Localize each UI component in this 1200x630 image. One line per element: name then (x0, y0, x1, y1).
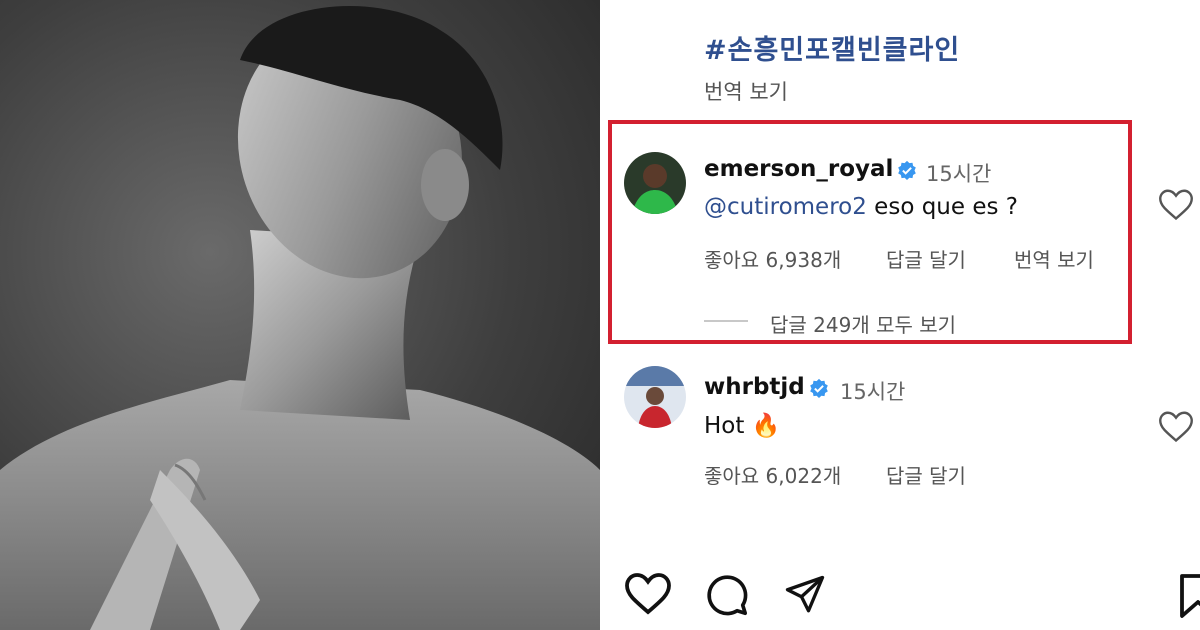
like-count[interactable]: 좋아요 6,938개 (704, 244, 841, 273)
heart-icon[interactable] (1158, 188, 1194, 222)
comment-username[interactable]: emerson_royal (704, 156, 893, 182)
avatar-image (624, 366, 686, 428)
comments-panel: #손흥민포캘빈클라인 번역 보기 emerson_royal 15시간 @cut… (600, 0, 1200, 630)
comment-text: @cutiromero2 eso que es ? (704, 194, 1018, 220)
replies-divider (704, 320, 748, 322)
post-photo (0, 0, 600, 630)
heart-icon[interactable] (1158, 410, 1194, 444)
verified-badge-icon (898, 160, 916, 180)
portrait-illustration (0, 5, 600, 630)
translate-button[interactable]: 번역 보기 (704, 76, 788, 106)
comment-username[interactable]: whrbtjd (704, 374, 805, 400)
avatar-image (624, 152, 686, 214)
like-count[interactable]: 좋아요 6,022개 (704, 460, 841, 489)
translate-button[interactable]: 번역 보기 (1014, 244, 1094, 273)
like-icon[interactable] (624, 572, 672, 616)
avatar[interactable] (624, 152, 686, 214)
reply-button[interactable]: 답글 달기 (886, 460, 966, 489)
send-icon[interactable] (784, 574, 826, 616)
comment-time: 15시간 (926, 162, 992, 186)
reply-button[interactable]: 답글 달기 (886, 244, 966, 273)
bookmark-icon[interactable] (1178, 572, 1200, 620)
view-replies-button[interactable]: 답글 249개 모두 보기 (770, 309, 956, 338)
hashtag-link[interactable]: #손흥민포캘빈클라인 (704, 28, 960, 67)
comment-body: eso que es ? (866, 194, 1018, 220)
comment-icon[interactable] (704, 572, 750, 618)
avatar[interactable] (624, 366, 686, 428)
verified-badge-icon (810, 378, 828, 398)
comment-time: 15시간 (840, 380, 906, 404)
mention-link[interactable]: @cutiromero2 (704, 194, 867, 220)
comment-text: Hot 🔥 (704, 413, 781, 439)
